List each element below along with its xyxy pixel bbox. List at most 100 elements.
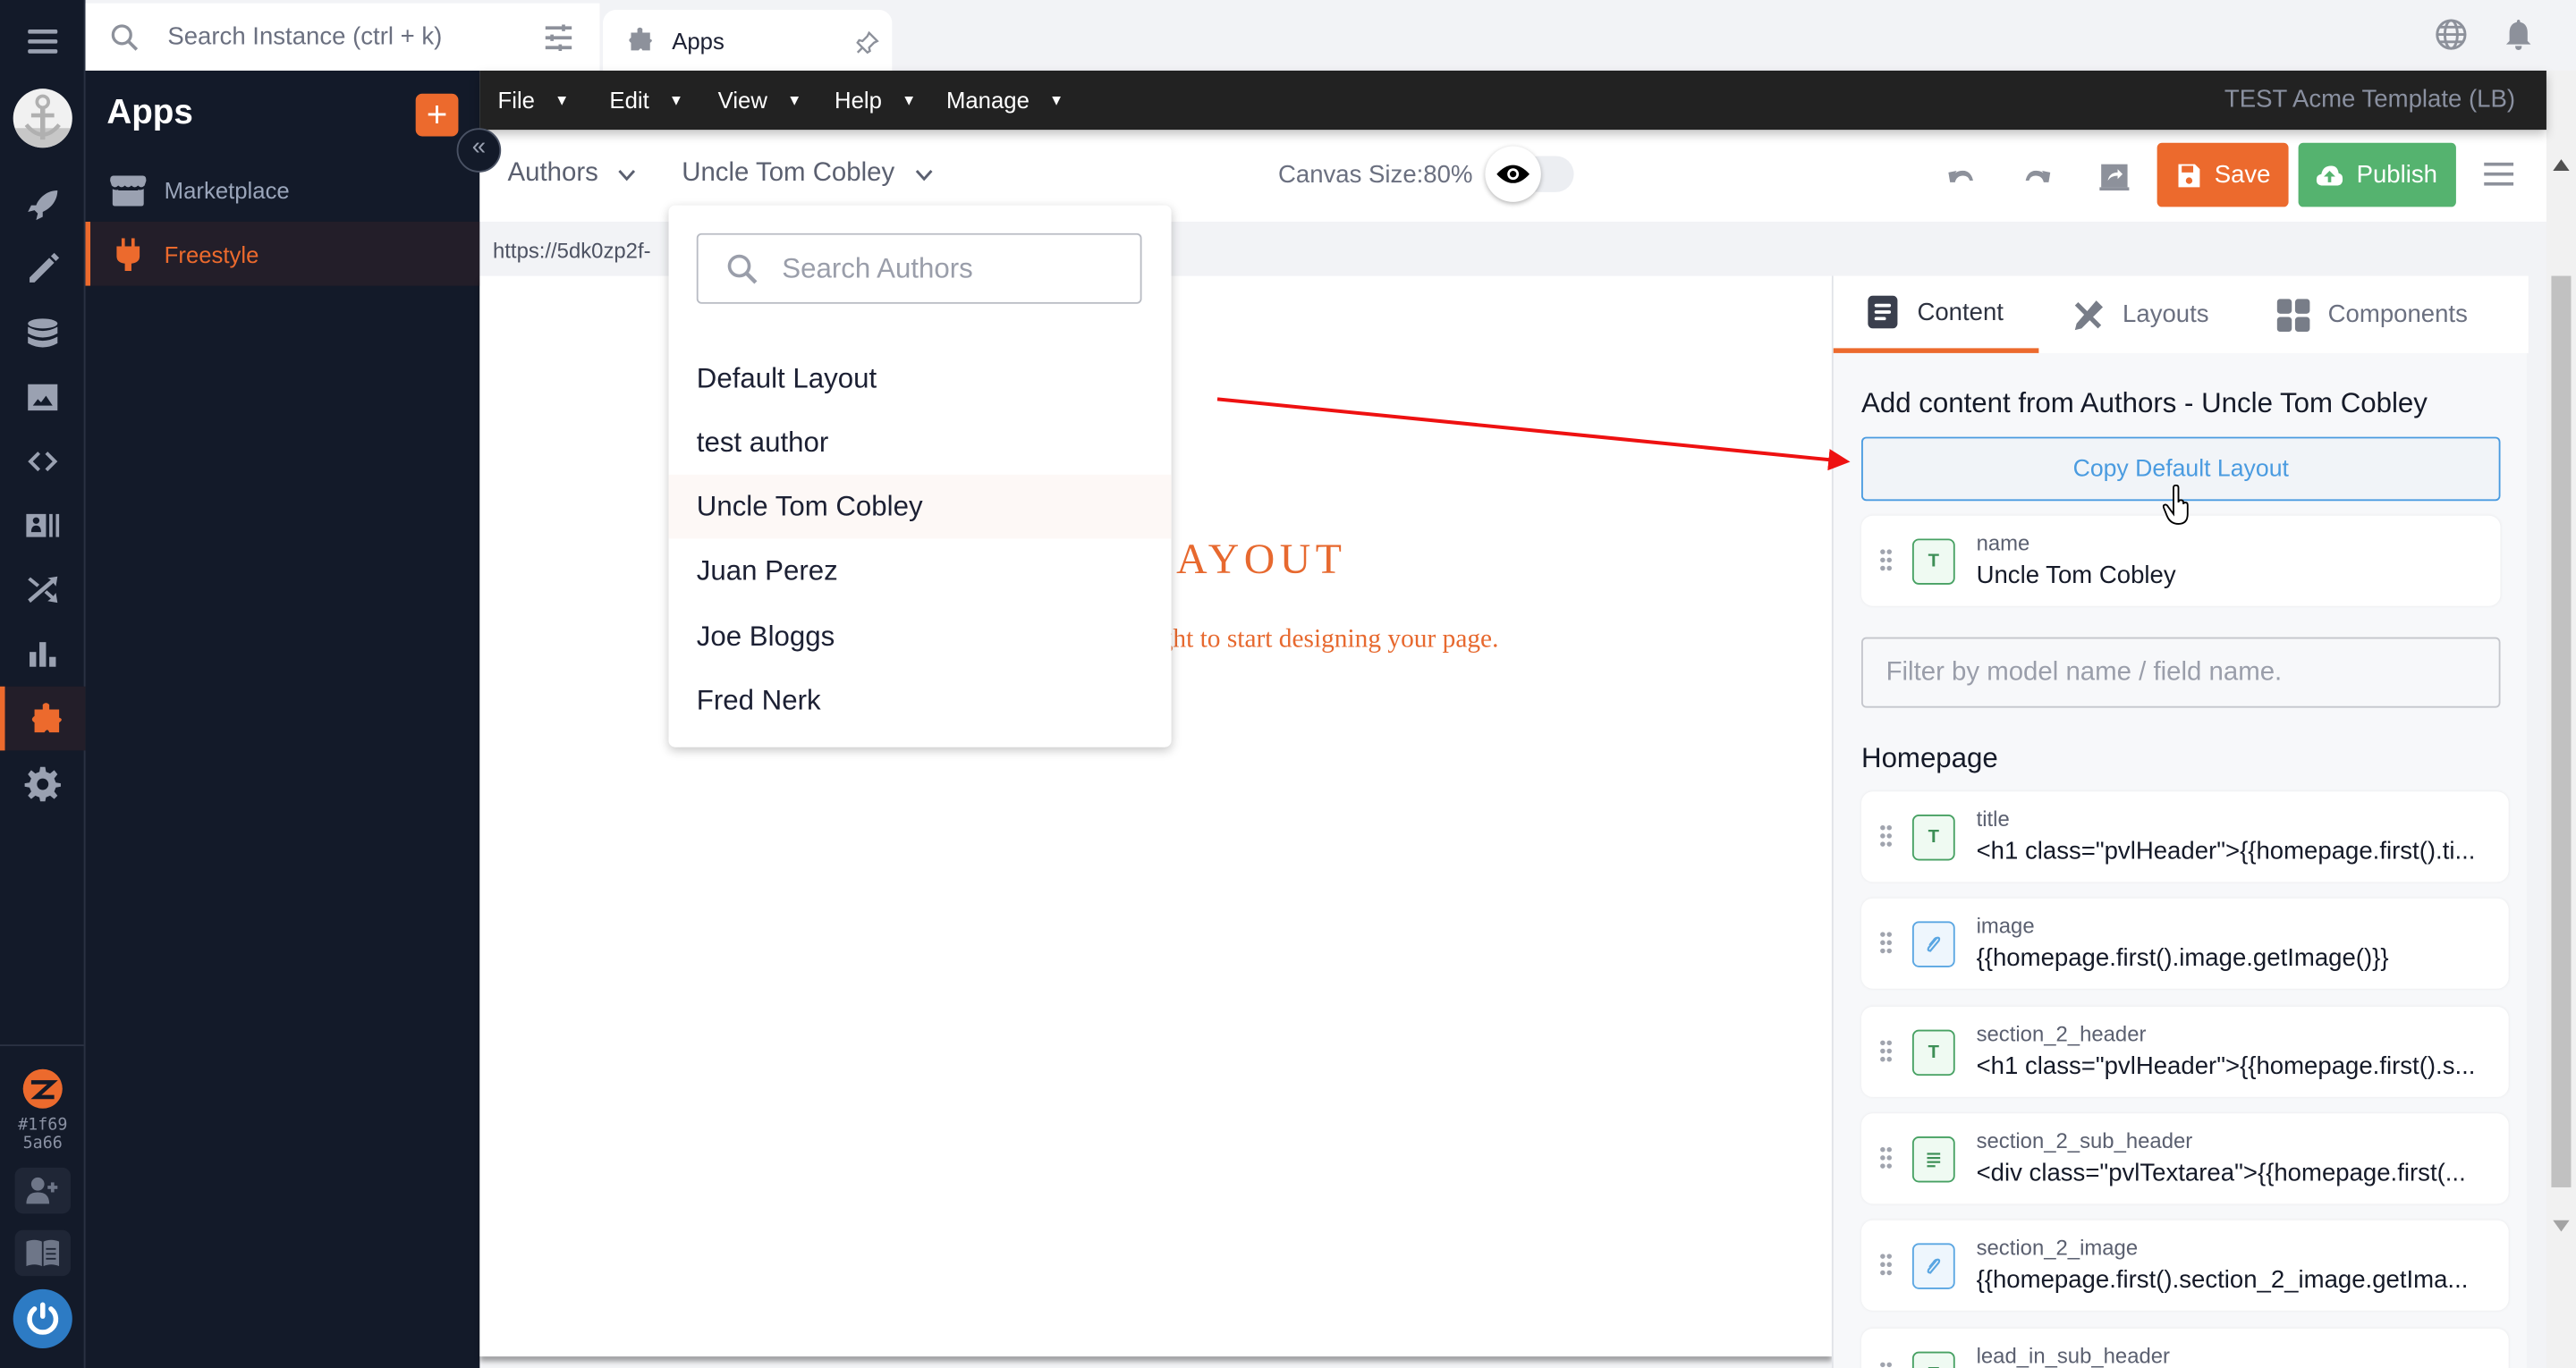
main-menu-button[interactable] — [0, 8, 86, 72]
rail-leads[interactable] — [0, 493, 86, 557]
field-card[interactable]: Tsection_2_header <h1 class="pvlHeader">{… — [1861, 1006, 2509, 1097]
rail-reports[interactable] — [0, 621, 86, 685]
drag-handle-icon[interactable] — [1879, 932, 1893, 955]
drag-handle-icon[interactable] — [1879, 824, 1893, 848]
field-card[interactable]: image {{homepage.first().image.getImage()… — [1861, 899, 2509, 990]
caret-down-icon: ▼ — [1048, 91, 1064, 109]
field-name: title — [1976, 806, 2010, 832]
field-filter-input[interactable] — [1861, 637, 2501, 708]
field-card-name[interactable]: T name Uncle Tom Cobley — [1861, 515, 2501, 606]
dropdown-item[interactable]: Juan Perez — [669, 538, 1172, 603]
redo-icon[interactable] — [2021, 159, 2054, 192]
preview-toggle[interactable] — [1485, 146, 1574, 202]
field-name: image — [1976, 913, 2035, 939]
instance-search-input[interactable] — [164, 21, 510, 53]
invite-user-button[interactable] — [14, 1167, 71, 1214]
globe-icon[interactable] — [2435, 18, 2468, 51]
brand-logo[interactable] — [21, 1068, 64, 1110]
text-type-icon: T — [1911, 815, 1955, 861]
field-name: section_2_header — [1976, 1020, 2147, 1046]
rail-settings[interactable] — [0, 750, 86, 815]
drag-handle-icon[interactable] — [1879, 1146, 1893, 1170]
toggle-knob — [1485, 146, 1541, 202]
collapse-sidebar-button[interactable]: « — [456, 128, 502, 173]
model-heading: Homepage — [1861, 742, 1998, 774]
rail-integrations[interactable] — [0, 557, 86, 621]
scrollbar-thumb[interactable] — [2551, 275, 2572, 1187]
plug-icon — [116, 237, 140, 271]
rail-edit[interactable] — [0, 236, 86, 300]
text-type-icon: T — [1911, 1350, 1955, 1368]
rail-deploy[interactable] — [0, 173, 86, 237]
user-avatar[interactable] — [13, 1288, 72, 1348]
caret-down-icon: ▼ — [555, 91, 570, 109]
scroll-down-arrow-icon[interactable] — [2553, 1220, 2570, 1232]
pin-icon[interactable] — [856, 30, 879, 55]
menu-manage[interactable]: Manage ▼ — [946, 71, 1063, 130]
instance-avatar[interactable] — [13, 89, 72, 148]
menu-help[interactable]: Help ▼ — [835, 71, 916, 130]
preview-url[interactable]: https://5dk0zp2f- — [493, 238, 651, 263]
lines-icon — [1927, 1153, 1941, 1168]
model-selector[interactable]: Authors — [508, 159, 637, 189]
tab-layouts[interactable]: Layouts — [2072, 276, 2209, 353]
sidebar-item-freestyle[interactable]: Freestyle — [85, 221, 480, 286]
drag-handle-icon[interactable] — [1879, 1254, 1893, 1277]
menu-view[interactable]: View ▼ — [718, 71, 802, 130]
zesty-logo-icon — [22, 1068, 63, 1109]
field-card[interactable]: Tlead_in_sub_header — [1861, 1327, 2509, 1368]
pencil-icon — [30, 251, 60, 282]
code-icon — [28, 451, 58, 471]
tab-label: Content — [1917, 298, 2004, 326]
rail-content[interactable] — [0, 300, 86, 365]
sliders-icon[interactable] — [544, 23, 573, 53]
drag-handle-icon[interactable] — [1879, 1039, 1893, 1062]
preview-open-icon[interactable] — [2098, 159, 2131, 192]
menu-edit[interactable]: Edit ▼ — [609, 71, 683, 130]
tab-apps[interactable]: Apps — [603, 10, 893, 71]
field-name: name — [1976, 530, 2030, 555]
publish-button[interactable]: Publish — [2298, 142, 2456, 207]
item-selector[interactable]: Uncle Tom Cobley — [682, 159, 932, 189]
tab-apps-label: Apps — [672, 27, 724, 54]
panel-tabs: Content Layouts Components — [1833, 275, 2529, 353]
dropdown-item-selected[interactable]: Uncle Tom Cobley — [668, 474, 1172, 539]
dropdown-item[interactable]: test author — [669, 410, 1172, 475]
rail-media[interactable] — [0, 365, 86, 429]
field-card[interactable]: section_2_sub_header <div class="pvlTexta… — [1861, 1113, 2509, 1204]
field-value: {{homepage.first().image.getImage()}} — [1976, 944, 2389, 973]
add-app-button[interactable]: + — [415, 93, 459, 137]
sidebar-item-label: Marketplace — [164, 176, 290, 203]
sidebar-item-marketplace[interactable]: Marketplace — [86, 157, 480, 222]
hamburger-icon — [28, 29, 58, 53]
author-search-input[interactable] — [778, 250, 1107, 287]
instance-search[interactable] — [85, 3, 600, 71]
field-card[interactable]: section_2_image {{homepage.first().sectio… — [1861, 1220, 2509, 1312]
save-button[interactable]: Save — [2157, 142, 2289, 207]
tab-content[interactable]: Content — [1833, 276, 2039, 353]
dropdown-item[interactable]: Fred Nerk — [669, 669, 1172, 733]
instance-hash: #1f69 5a66 — [0, 1117, 86, 1153]
bell-icon[interactable] — [2504, 18, 2533, 51]
textarea-type-icon — [1911, 1136, 1955, 1183]
field-value: <h1 class="pvlHeader">{{homepage.first()… — [1976, 1051, 2476, 1080]
page-scrollbar[interactable] — [2546, 70, 2576, 1368]
tab-label: Layouts — [2123, 300, 2209, 329]
drag-handle-icon[interactable] — [1879, 548, 1893, 571]
rail-apps[interactable] — [0, 686, 86, 751]
author-search[interactable] — [696, 232, 1142, 304]
field-card[interactable]: Ttitle <h1 class="pvlHeader">{{homepage.f… — [1861, 791, 2509, 882]
drag-handle-icon[interactable] — [1879, 1361, 1893, 1368]
rail-code[interactable] — [0, 428, 86, 493]
dropdown-item[interactable]: Joe Bloggs — [669, 604, 1172, 669]
puzzle-icon — [629, 27, 652, 51]
tab-components[interactable]: Components — [2276, 276, 2468, 353]
hamburger-icon[interactable] — [2484, 161, 2514, 187]
undo-icon[interactable] — [1945, 159, 1979, 192]
bar-chart-icon — [30, 641, 56, 666]
menu-file[interactable]: File ▼ — [498, 71, 570, 130]
dropdown-item[interactable]: Default Layout — [669, 347, 1172, 411]
docs-button[interactable] — [14, 1229, 71, 1277]
contacts-icon — [26, 512, 60, 536]
scroll-up-arrow-icon[interactable] — [2553, 159, 2570, 172]
